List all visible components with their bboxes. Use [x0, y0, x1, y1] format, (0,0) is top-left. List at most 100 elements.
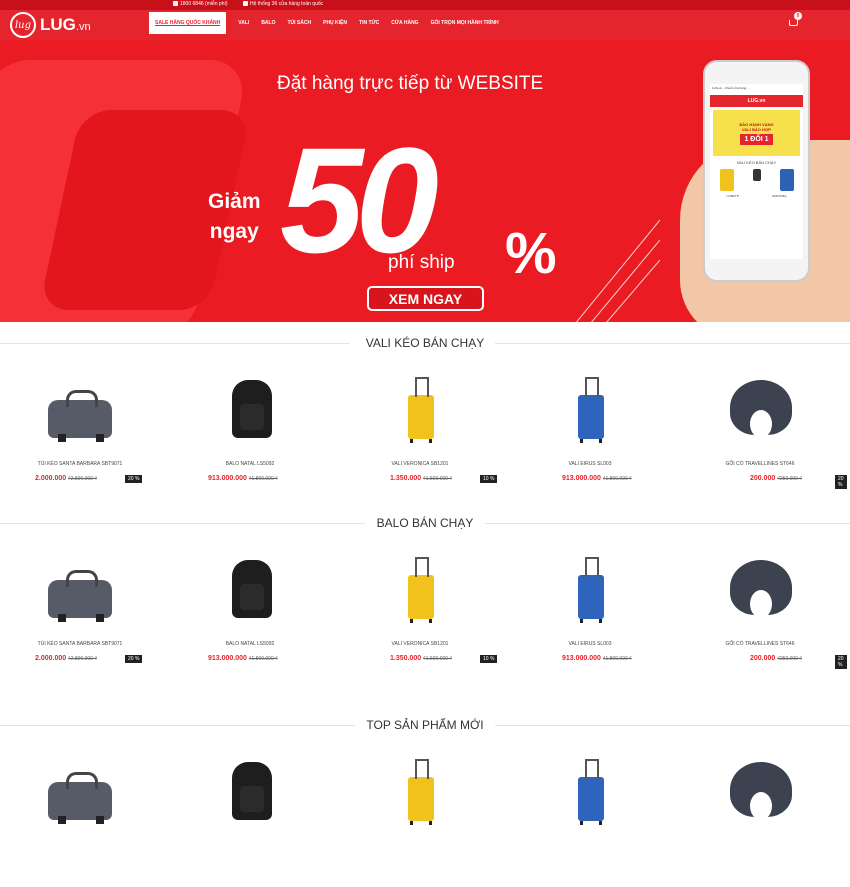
- price-current: 1.350.000: [390, 655, 422, 662]
- product-card[interactable]: VALI EIRUS SL003 913.000.000 ₫1.800.000 ₫: [510, 375, 670, 505]
- price-current: 913.000.000: [562, 475, 601, 482]
- product-image[interactable]: [720, 757, 800, 837]
- product-card[interactable]: BALO NATAL LS5092 913.000.000 ₫1.800.000 ₫: [170, 375, 330, 505]
- product-card[interactable]: TÚI KÉO SANTA BARBARA SBT9071 2.000.000 ₫2…: [0, 555, 160, 685]
- product-name[interactable]: TÚI KÉO SANTA BARBARA SBT9071: [0, 641, 160, 647]
- product-name[interactable]: VALI EIRUS SL003: [510, 461, 670, 467]
- price-current: 200.000: [750, 655, 776, 662]
- price-old: ₫1.800.000 ₫: [602, 476, 632, 482]
- price-current: 200.000: [750, 475, 776, 482]
- phone-promo: BẢO HÀNH VÀNG VALI BẢO HỢP 1 ĐỔI 1: [713, 110, 800, 156]
- product-name[interactable]: VALI VERONICA SB1201: [340, 461, 500, 467]
- product-image[interactable]: [550, 375, 630, 455]
- product-card[interactable]: VALI VERONICA SB1201 1.350.000 ₫1.500.000 …: [340, 555, 500, 685]
- product-card[interactable]: GỐI CỔ TRAVELLINES ST646 200.000 ₫250.000 …: [680, 555, 847, 685]
- store-system[interactable]: Hệ thống 36 cửa hàng toàn quốc: [243, 1, 323, 7]
- product-price: [35, 857, 37, 864]
- product-price: [562, 857, 564, 864]
- product-image[interactable]: [210, 757, 290, 837]
- nav-item-vali[interactable]: VALI: [238, 20, 249, 26]
- product-image[interactable]: [40, 375, 120, 455]
- discount-badge: 20 %: [125, 655, 143, 663]
- product-card[interactable]: [340, 757, 500, 887]
- product-image[interactable]: [210, 375, 290, 455]
- product-image[interactable]: [380, 375, 460, 455]
- product-image[interactable]: [210, 555, 290, 635]
- price-old: ₫1.500.000 ₫: [423, 476, 452, 482]
- phone-section-title: VALI KÉO BÁN CHẠY: [736, 160, 777, 165]
- product-price: [750, 857, 752, 864]
- nav-item-tin-tuc[interactable]: TIN TỨC: [359, 20, 379, 26]
- product-name[interactable]: TÚI KÉO SANTA BARBARA SBT9071: [0, 461, 160, 467]
- product-name[interactable]: GỐI CỔ TRAVELLINES ST646: [680, 461, 840, 467]
- hotline-text: 1800 6846 (miễn phí): [180, 1, 228, 7]
- product-price: 913.000.000 ₫1.800.000 ₫: [208, 655, 278, 662]
- product-card[interactable]: VALI VERONICA SB1201 1.350.000 ₫1.500.000 …: [340, 375, 500, 505]
- phone-promo-big: 1 ĐỔI 1: [740, 133, 773, 145]
- phone-header: LUG.vn: [710, 95, 803, 107]
- nav-item-cua-hang[interactable]: CỬA HÀNG: [391, 20, 418, 26]
- product-image[interactable]: [380, 555, 460, 635]
- product-name[interactable]: BALO NATAL LS5092: [170, 461, 330, 467]
- product-name[interactable]: VALI VERONICA SB1201: [340, 641, 500, 647]
- nav-item-phu-kien[interactable]: PHỤ KIỆN: [323, 20, 347, 26]
- product-card[interactable]: BALO NATAL LS5092 913.000.000 ₫1.800.000 ₫: [170, 555, 330, 685]
- store-icon: [243, 1, 248, 6]
- logo-mark: lug: [10, 12, 36, 38]
- product-card[interactable]: TÚI KÉO SANTA BARBARA SBT9071 2.000.000 ₫2…: [0, 375, 160, 505]
- top-info-bar: 1800 6846 (miễn phí) Hệ thống 36 cửa hàn…: [0, 0, 850, 10]
- main-nav: SALE HÀNG QUỐC KHÁNH VALI BALO TÚI SÁCH …: [149, 12, 511, 34]
- product-name[interactable]: GỐI CỔ TRAVELLINES ST646: [680, 641, 840, 647]
- product-image[interactable]: [380, 757, 460, 837]
- nav-item-sale[interactable]: SALE HÀNG QUỐC KHÁNH: [149, 12, 227, 34]
- discount-badge: 20 %: [835, 655, 847, 669]
- product-card[interactable]: [510, 757, 670, 887]
- logo[interactable]: lug LUG.vn: [10, 12, 91, 38]
- product-price: 2.000.000 ₫2.800.000 ₫: [35, 655, 97, 662]
- product-image[interactable]: [40, 555, 120, 635]
- product-grid: TÚI KÉO SANTA BARBARA SBT9071 2.000.000 ₫2…: [0, 555, 850, 685]
- product-image[interactable]: [550, 555, 630, 635]
- section-title-bar: BALO BÁN CHẠY: [0, 513, 850, 533]
- cart-icon[interactable]: 0: [788, 12, 802, 30]
- product-name[interactable]: VALI EIRUS SL003: [510, 641, 670, 647]
- price-old: ₫1.500.000 ₫: [423, 656, 452, 662]
- duffel-bag-image: [48, 570, 112, 622]
- store-system-text: Hệ thống 36 cửa hàng toàn quốc: [250, 1, 324, 7]
- product-card[interactable]: GỐI CỔ TRAVELLINES ST646 200.000 ₫250.000 …: [680, 375, 847, 505]
- product-image[interactable]: [720, 555, 800, 635]
- hotline[interactable]: 1800 6846 (miễn phí): [173, 1, 228, 7]
- product-image[interactable]: [40, 757, 120, 837]
- logo-suffix: .vn: [75, 21, 91, 33]
- price-current: 2.000.000: [35, 475, 67, 482]
- phone-label: LUSETTI: [726, 194, 739, 198]
- product-image[interactable]: [550, 757, 630, 837]
- product-price: 1.350.000 ₫1.500.000 ₫: [390, 655, 452, 662]
- phone-mockup: LUG.vn - Chuỗi cửa hàng... LUG.vn BẢO HÀ…: [703, 60, 810, 282]
- product-card[interactable]: [0, 757, 160, 887]
- discount-badge: 20 %: [835, 475, 847, 489]
- product-price: 200.000 ₫250.000 ₫: [750, 655, 802, 662]
- banner-discount-label: Giảm ngay: [208, 187, 261, 247]
- product-card[interactable]: [170, 757, 330, 887]
- phone-product-yellow: [719, 169, 734, 191]
- nav-item-goi-tron[interactable]: GÓI TRỌN MỌI HÀNH TRÌNH: [431, 20, 499, 26]
- phone-icon: [173, 1, 178, 6]
- price-current: 1.350.000: [390, 475, 422, 482]
- price-old: ₫1.800.000 ₫: [248, 476, 278, 482]
- product-price: 913.000.000 ₫1.800.000 ₫: [562, 475, 632, 482]
- backpack-image: [232, 380, 272, 438]
- product-grid: TÚI KÉO SANTA BARBARA SBT9071 2.000.000 ₫2…: [0, 375, 850, 505]
- section-title-bar: TOP SẢN PHẨM MỚI: [0, 715, 850, 735]
- nav-item-balo[interactable]: BALO: [261, 20, 275, 26]
- product-price: 2.000.000 ₫2.800.000 ₫: [35, 475, 97, 482]
- promo-banner[interactable]: Đặt hàng trực tiếp từ WEBSITE Giảm ngay …: [0, 40, 850, 322]
- section-title-bar: VALI KÉO BÁN CHẠY: [0, 333, 850, 353]
- product-image[interactable]: [720, 375, 800, 455]
- logo-name: LUG: [40, 15, 76, 34]
- product-card[interactable]: [680, 757, 840, 887]
- view-now-button[interactable]: XEM NGAY: [367, 286, 484, 311]
- nav-item-tui-sach[interactable]: TÚI SÁCH: [287, 20, 311, 26]
- product-name[interactable]: BALO NATAL LS5092: [170, 641, 330, 647]
- product-card[interactable]: VALI EIRUS SL003 913.000.000 ₫1.800.000 ₫: [510, 555, 670, 685]
